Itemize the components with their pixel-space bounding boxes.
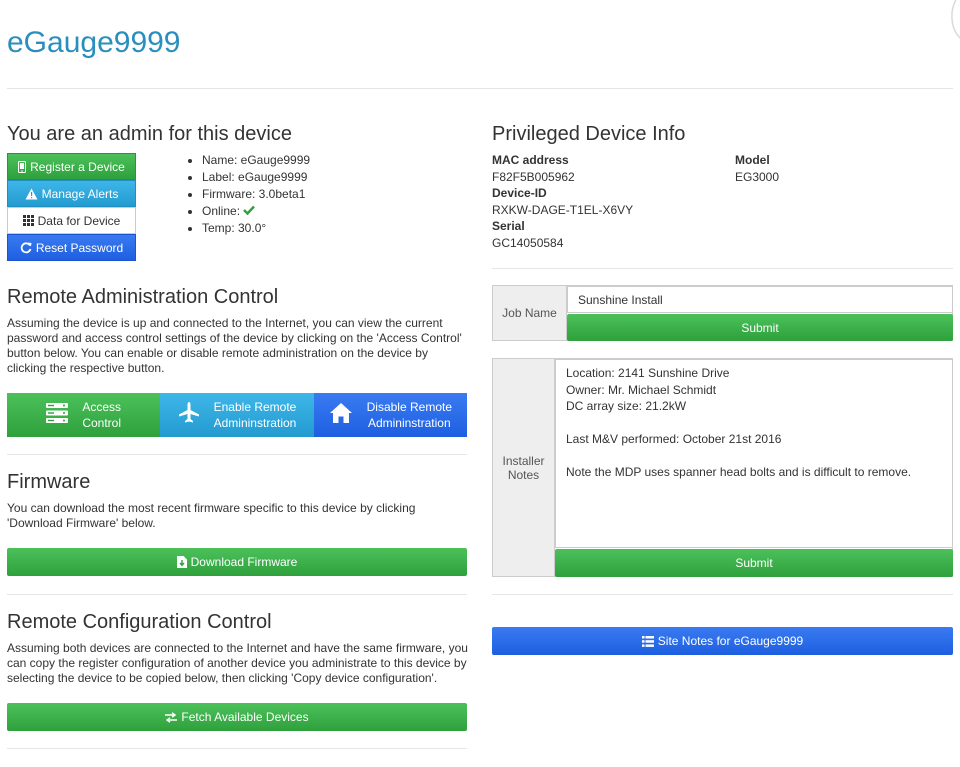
online-label: Online: xyxy=(202,204,241,218)
divider-config xyxy=(7,594,467,595)
enable-remote-line1: Enable Remote xyxy=(213,400,297,414)
download-firmware-button[interactable]: Download Firmware xyxy=(7,548,467,576)
job-submit-button[interactable]: Submit xyxy=(567,314,953,341)
data-for-device-button[interactable]: Data for Device xyxy=(7,207,136,234)
disable-remote-line2: Admininstration xyxy=(367,416,451,430)
job-name-label: Job Name xyxy=(493,286,567,340)
manage-alerts-label: Manage Alerts xyxy=(41,186,119,201)
enable-remote-line2: Admininstration xyxy=(213,416,297,430)
download-firmware-label: Download Firmware xyxy=(190,555,298,569)
mac-value: F82F5B005962 xyxy=(492,170,575,184)
serial-value: GC14050584 xyxy=(492,236,564,250)
register-device-label: Register a Device xyxy=(30,159,125,174)
device-id-label: Device-ID xyxy=(492,186,547,200)
remote-admin-description: Assuming the device is up and connected … xyxy=(7,316,462,375)
list-icon xyxy=(641,635,654,647)
remote-admin-heading: Remote Administration Control xyxy=(7,286,279,308)
server-icon xyxy=(46,402,69,428)
admin-button-group: Register a Device Manage Alerts Data for… xyxy=(7,153,136,261)
remote-config-description: Assuming both devices are connected to t… xyxy=(7,641,468,685)
access-control-button[interactable]: Access Control xyxy=(7,393,161,437)
divider-privileged xyxy=(492,268,953,269)
installer-submit-label: Submit xyxy=(735,556,773,570)
register-device-button[interactable]: Register a Device xyxy=(7,153,136,180)
disable-remote-line1: Disable Remote xyxy=(366,400,452,414)
header-divider xyxy=(7,88,953,89)
installer-submit-button[interactable]: Submit xyxy=(555,549,953,577)
disable-remote-button[interactable]: Disable Remote Admininstration xyxy=(313,393,467,437)
job-submit-label: Submit xyxy=(741,320,779,335)
info-online: Online: xyxy=(202,203,310,220)
enable-remote-button[interactable]: Enable Remote Admininstration xyxy=(160,393,314,437)
site-notes-button[interactable]: Site Notes for eGauge9999 xyxy=(492,627,953,655)
refresh-icon xyxy=(20,241,32,254)
info-name: Name: eGauge9999 xyxy=(202,152,310,169)
device-info-list: Name: eGauge9999 Label: eGauge9999 Firmw… xyxy=(186,152,310,237)
privileged-heading: Privileged Device Info xyxy=(492,123,686,145)
data-for-device-label: Data for Device xyxy=(37,213,121,228)
file-download-icon xyxy=(176,556,187,568)
model-label: Model xyxy=(735,153,770,167)
model-value: EG3000 xyxy=(735,170,780,184)
corner-decoration xyxy=(951,0,960,39)
home-icon xyxy=(329,402,353,428)
device-id-value: RXKW-DAGE-T1EL-X6VY xyxy=(492,203,634,217)
divider-firmware xyxy=(7,454,467,455)
divider-notes xyxy=(492,594,953,595)
access-control-line1: Access xyxy=(82,400,121,414)
check-icon xyxy=(243,204,256,218)
remote-config-heading: Remote Configuration Control xyxy=(7,611,272,633)
installer-label-line1: Installer xyxy=(502,453,545,468)
job-name-input[interactable] xyxy=(567,286,953,313)
installer-notes-textarea[interactable]: Location: 2141 Sunshine Drive Owner: Mr.… xyxy=(555,359,953,548)
fetch-devices-button[interactable]: Fetch Available Devices xyxy=(7,703,467,731)
reset-password-button[interactable]: Reset Password xyxy=(7,234,136,261)
info-firmware: Firmware: 3.0beta1 xyxy=(202,186,310,203)
installer-notes-label: Installer Notes xyxy=(493,359,555,576)
warning-icon xyxy=(25,188,38,200)
divider-bottom xyxy=(7,748,467,749)
fetch-devices-label: Fetch Available Devices xyxy=(181,710,309,724)
page-title: eGauge9999 xyxy=(7,26,181,59)
site-notes-label: Site Notes for eGauge9999 xyxy=(657,634,804,648)
access-control-line2: Control xyxy=(82,416,121,430)
firmware-heading: Firmware xyxy=(7,471,91,493)
exchange-icon xyxy=(165,711,178,723)
mobile-icon xyxy=(18,160,27,173)
mac-label: MAC address xyxy=(492,153,569,167)
serial-label: Serial xyxy=(492,219,525,233)
info-temp: Temp: 30.0° xyxy=(202,220,310,237)
manage-alerts-button[interactable]: Manage Alerts xyxy=(7,180,136,207)
plane-icon xyxy=(178,402,200,428)
info-label: Label: eGauge9999 xyxy=(202,169,310,186)
remote-admin-buttons: Access Control Enable Remote Admininstrati… xyxy=(7,393,467,437)
grid-icon xyxy=(22,215,34,226)
admin-heading: You are an admin for this device xyxy=(7,123,292,145)
installer-label-line2: Notes xyxy=(507,467,540,482)
firmware-description: You can download the most recent firmwar… xyxy=(7,501,416,530)
reset-password-label: Reset Password xyxy=(35,240,124,255)
